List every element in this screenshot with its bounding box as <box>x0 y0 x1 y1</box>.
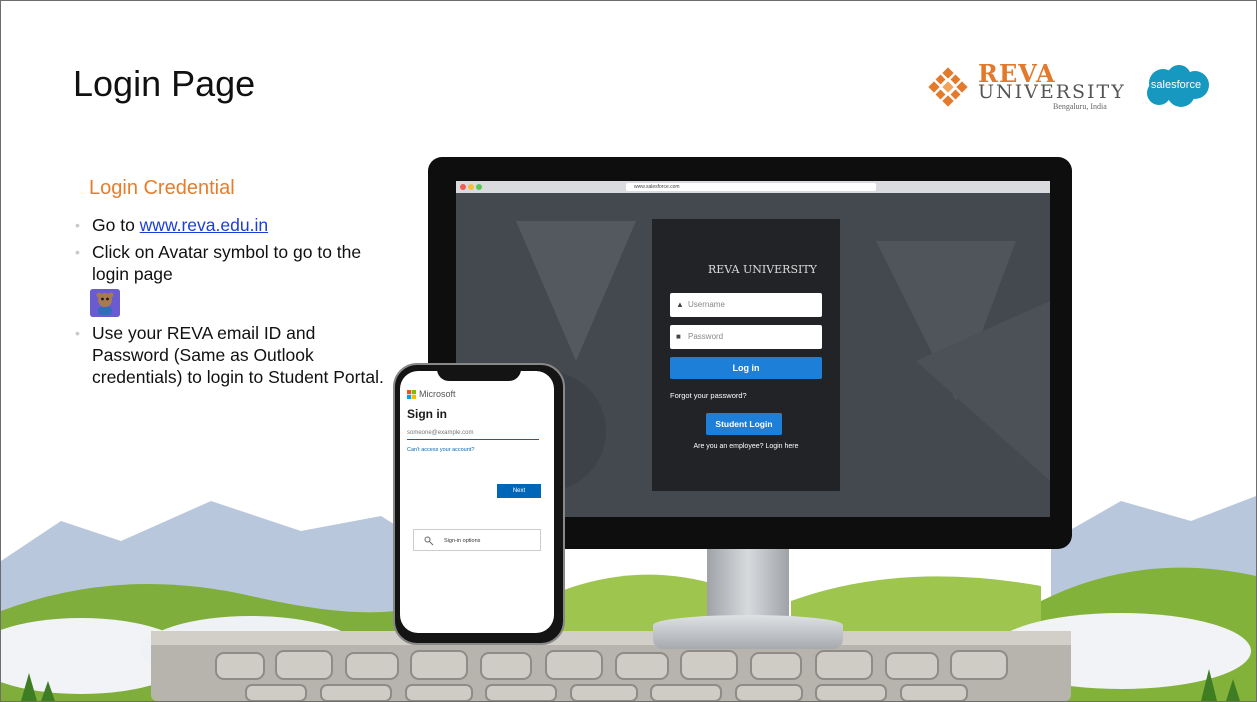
minimize-icon[interactable] <box>468 184 474 190</box>
list-item: • Go to www.reva.edu.in <box>73 214 393 236</box>
reva-location-text: Bengaluru, India <box>1053 102 1107 111</box>
bullet-text: Use your REVA email ID and Password (Sam… <box>92 323 384 387</box>
list-item: • Click on Avatar symbol to go to the lo… <box>73 241 393 317</box>
login-button[interactable]: Log in <box>670 357 822 379</box>
cant-access-link[interactable]: Can't access your account? <box>407 447 474 453</box>
reva-emblem-icon <box>928 67 968 107</box>
page-title: Login Page <box>73 63 256 104</box>
close-icon[interactable] <box>460 184 466 190</box>
phone-notch <box>437 365 521 381</box>
bullet-icon: • <box>75 244 80 260</box>
username-input[interactable]: ▲ Username <box>670 293 822 317</box>
sign-in-heading: Sign in <box>407 407 447 421</box>
section-title: Login Credential <box>89 177 235 199</box>
username-placeholder: Username <box>688 300 725 309</box>
lock-icon: ■ <box>676 332 681 341</box>
monitor-stand-base <box>653 615 843 649</box>
microsoft-brand-text: Microsoft <box>419 389 456 399</box>
list-item: • Use your REVA email ID and Password (S… <box>73 322 393 388</box>
salesforce-wordmark: salesforce <box>1150 79 1202 91</box>
panel-reva-logo: REVA UNIVERSITY <box>708 263 817 276</box>
key-icon <box>424 536 434 546</box>
slide: Login Page REVA UNIVERSITY Bengaluru, In… <box>0 0 1257 702</box>
student-login-button[interactable]: Student Login <box>706 413 782 435</box>
reva-university-text: UNIVERSITY <box>978 81 1126 103</box>
bullet-icon: • <box>75 217 80 233</box>
bullet-icon: • <box>75 325 80 341</box>
reva-university-logo: REVA UNIVERSITY Bengaluru, India <box>928 59 1128 117</box>
browser-toolbar: www.salesforce.com <box>456 181 1050 193</box>
browser-url-field[interactable]: www.salesforce.com <box>626 183 876 191</box>
bullet-text: Click on Avatar symbol to go to the logi… <box>92 242 362 284</box>
forgot-password-link[interactable]: Forgot your password? <box>670 391 747 400</box>
salesforce-logo: salesforce <box>1141 63 1211 109</box>
phone-screen: Microsoft Sign in someone@example.com Ca… <box>400 371 554 633</box>
bullet-text: Go to <box>92 215 140 235</box>
avatar-icon[interactable] <box>90 289 120 317</box>
sign-in-options-button[interactable]: Sign-in options <box>413 529 541 551</box>
employee-login-link[interactable]: Are you an employee? Login here <box>652 443 840 450</box>
password-input[interactable]: ■ Password <box>670 325 822 349</box>
salesforce-login-panel: REVA UNIVERSITY ▲ Username ■ Password Lo… <box>652 219 840 491</box>
instruction-list: • Go to www.reva.edu.in • Click on Avata… <box>73 214 393 393</box>
maximize-icon[interactable] <box>476 184 482 190</box>
email-input[interactable]: someone@example.com <box>407 427 539 440</box>
user-icon: ▲ <box>676 300 684 309</box>
reva-website-link[interactable]: www.reva.edu.in <box>140 215 268 235</box>
microsoft-logo-icon <box>407 390 416 399</box>
next-button[interactable]: Next <box>497 484 541 498</box>
password-placeholder: Password <box>688 332 724 341</box>
sign-in-options-label: Sign-in options <box>444 538 481 544</box>
